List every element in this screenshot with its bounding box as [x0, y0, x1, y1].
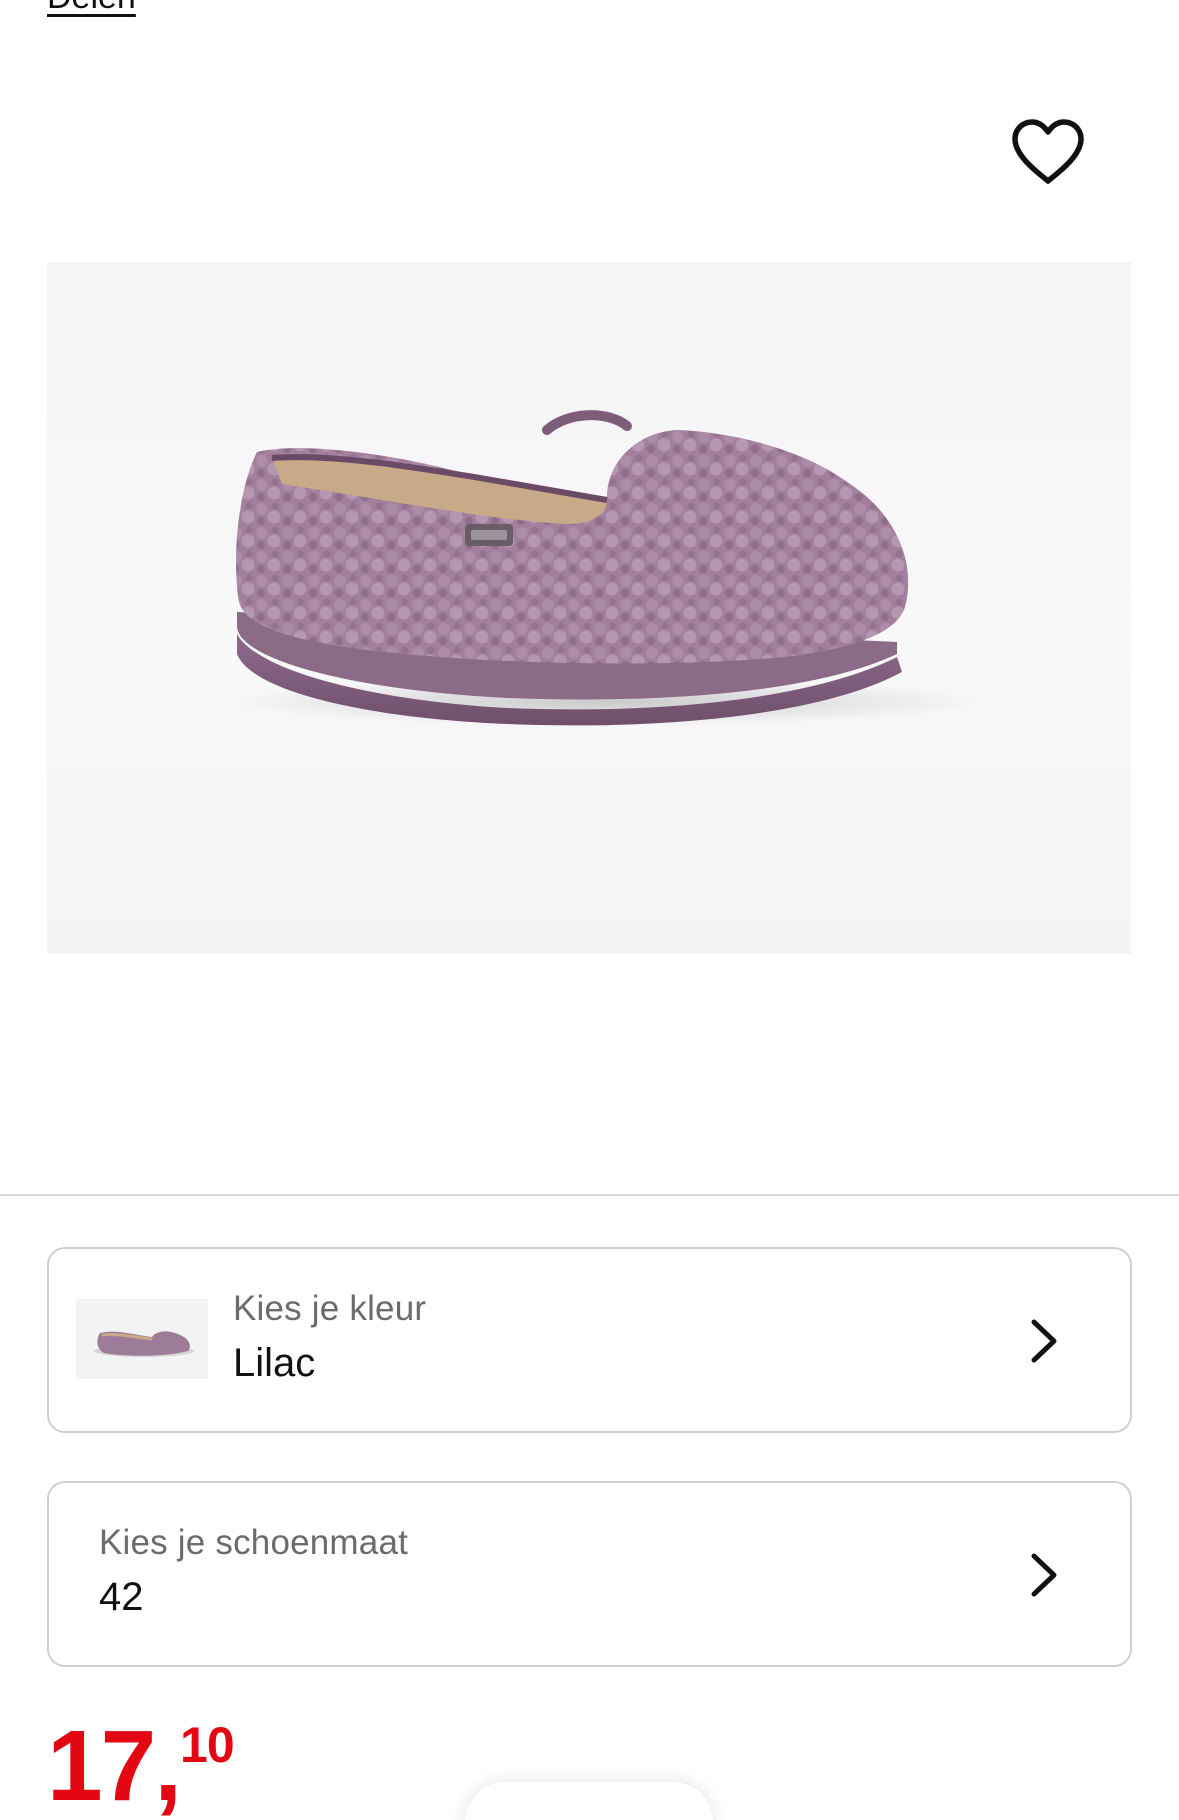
size-selector[interactable]: Kies je schoenmaat 42	[47, 1481, 1132, 1667]
favorite-button[interactable]	[1008, 112, 1088, 192]
product-price: 17,10	[47, 1716, 235, 1816]
size-selector-value: 42	[99, 1575, 144, 1619]
color-selector-value: Lilac	[233, 1341, 316, 1385]
slipper-thumbnail-image	[94, 1331, 194, 1357]
section-divider	[0, 1194, 1179, 1196]
size-selector-label: Kies je schoenmaat	[99, 1523, 409, 1562]
color-selector-label: Kies je kleur	[233, 1289, 427, 1328]
price-cents: 10	[180, 1717, 235, 1773]
chevron-right-icon	[1024, 1549, 1064, 1601]
heart-icon	[1012, 119, 1084, 184]
product-image[interactable]	[47, 262, 1131, 954]
color-thumbnail	[76, 1299, 208, 1379]
slipper-illustration	[227, 410, 987, 726]
share-link[interactable]: Delen	[47, 0, 136, 17]
color-selector[interactable]: Kies je kleur Lilac	[47, 1247, 1132, 1433]
floating-action-pill[interactable]	[465, 1782, 713, 1820]
product-detail-page: Delen	[0, 0, 1179, 1820]
price-main: 17,	[47, 1710, 182, 1820]
chevron-right-icon	[1024, 1315, 1064, 1367]
